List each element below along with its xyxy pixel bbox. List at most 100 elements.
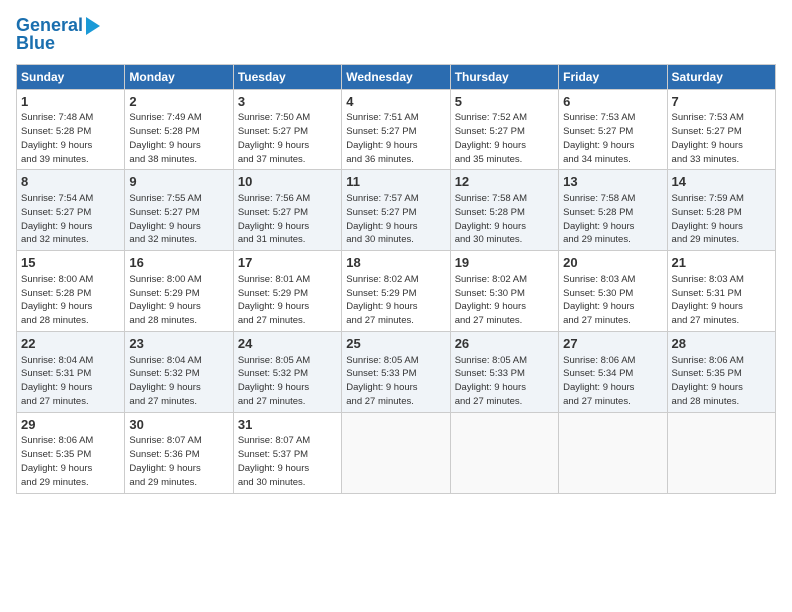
day-number: 2 (129, 93, 228, 111)
header-cell-sunday: Sunday (17, 64, 125, 89)
header-cell-tuesday: Tuesday (233, 64, 341, 89)
day-number: 1 (21, 93, 120, 111)
header-cell-wednesday: Wednesday (342, 64, 450, 89)
day-number: 16 (129, 254, 228, 272)
page-container: General Blue SundayMondayTuesdayWednesda… (0, 0, 792, 502)
day-info: Sunrise: 8:03 AM Sunset: 5:31 PM Dayligh… (672, 274, 744, 326)
day-cell: 5Sunrise: 7:52 AM Sunset: 5:27 PM Daylig… (450, 89, 558, 170)
day-number: 12 (455, 173, 554, 191)
calendar-header: SundayMondayTuesdayWednesdayThursdayFrid… (17, 64, 776, 89)
day-number: 28 (672, 335, 771, 353)
day-cell: 30Sunrise: 8:07 AM Sunset: 5:36 PM Dayli… (125, 412, 233, 493)
day-cell: 13Sunrise: 7:58 AM Sunset: 5:28 PM Dayli… (559, 170, 667, 251)
day-cell (450, 412, 558, 493)
day-cell: 10 Sunrise: 7:56 AM Sunset: 5:27 PM Dayli… (233, 170, 341, 251)
day-cell: 23 Sunrise: 8:04 AM Sunset: 5:32 PM Dayli… (125, 331, 233, 412)
day-number: 7 (672, 93, 771, 111)
day-cell: 1Sunrise: 7:48 AM Sunset: 5:28 PM Daylig… (17, 89, 125, 170)
day-number: 31 (238, 416, 337, 434)
day-cell: 11 Sunrise: 7:57 AM Sunset: 5:27 PM Dayli… (342, 170, 450, 251)
day-cell: 26Sunrise: 8:05 AM Sunset: 5:33 PM Dayli… (450, 331, 558, 412)
day-cell: 17Sunrise: 8:01 AM Sunset: 5:29 PM Dayli… (233, 251, 341, 332)
day-number: 30 (129, 416, 228, 434)
day-info: Sunrise: 8:06 AM Sunset: 5:34 PM Dayligh… (563, 355, 635, 407)
day-number: 29 (21, 416, 120, 434)
day-cell: 9 Sunrise: 7:55 AM Sunset: 5:27 PM Daylig… (125, 170, 233, 251)
day-number: 5 (455, 93, 554, 111)
day-cell: 25Sunrise: 8:05 AM Sunset: 5:33 PM Dayli… (342, 331, 450, 412)
day-cell: 16Sunrise: 8:00 AM Sunset: 5:29 PM Dayli… (125, 251, 233, 332)
header: General Blue (16, 16, 776, 54)
day-info: Sunrise: 8:06 AM Sunset: 5:35 PM Dayligh… (672, 355, 744, 407)
day-info: Sunrise: 8:05 AM Sunset: 5:33 PM Dayligh… (346, 355, 418, 407)
day-cell: 27 Sunrise: 8:06 AM Sunset: 5:34 PM Dayli… (559, 331, 667, 412)
day-info: Sunrise: 8:02 AM Sunset: 5:30 PM Dayligh… (455, 274, 527, 326)
day-info: Sunrise: 8:04 AM Sunset: 5:32 PM Dayligh… (129, 355, 201, 407)
day-number: 20 (563, 254, 662, 272)
day-number: 18 (346, 254, 445, 272)
logo-text: General Blue (16, 16, 101, 54)
day-cell: 21Sunrise: 8:03 AM Sunset: 5:31 PM Dayli… (667, 251, 775, 332)
day-info: Sunrise: 7:53 AM Sunset: 5:27 PM Dayligh… (563, 112, 635, 164)
day-info: Sunrise: 7:52 AM Sunset: 5:27 PM Dayligh… (455, 112, 527, 164)
logo-arrow-icon (86, 17, 100, 35)
day-info: Sunrise: 7:49 AM Sunset: 5:28 PM Dayligh… (129, 112, 201, 164)
day-cell: 22Sunrise: 8:04 AM Sunset: 5:31 PM Dayli… (17, 331, 125, 412)
day-info: Sunrise: 7:53 AM Sunset: 5:27 PM Dayligh… (672, 112, 744, 164)
calendar-body: 1Sunrise: 7:48 AM Sunset: 5:28 PM Daylig… (17, 89, 776, 493)
header-row: SundayMondayTuesdayWednesdayThursdayFrid… (17, 64, 776, 89)
day-number: 22 (21, 335, 120, 353)
day-info: Sunrise: 8:07 AM Sunset: 5:37 PM Dayligh… (238, 435, 310, 487)
day-info: Sunrise: 8:00 AM Sunset: 5:28 PM Dayligh… (21, 274, 93, 326)
day-info: Sunrise: 7:58 AM Sunset: 5:28 PM Dayligh… (563, 193, 635, 245)
day-cell: 12Sunrise: 7:58 AM Sunset: 5:28 PM Dayli… (450, 170, 558, 251)
day-cell: 3Sunrise: 7:50 AM Sunset: 5:27 PM Daylig… (233, 89, 341, 170)
day-info: Sunrise: 7:57 AM Sunset: 5:27 PM Dayligh… (346, 193, 418, 245)
day-number: 23 (129, 335, 228, 353)
logo: General Blue (16, 16, 101, 54)
day-number: 8 (21, 173, 120, 191)
day-cell: 18 Sunrise: 8:02 AM Sunset: 5:29 PM Dayli… (342, 251, 450, 332)
day-info: Sunrise: 7:56 AM Sunset: 5:27 PM Dayligh… (238, 193, 310, 245)
day-number: 26 (455, 335, 554, 353)
day-cell: 29Sunrise: 8:06 AM Sunset: 5:35 PM Dayli… (17, 412, 125, 493)
week-row-4: 22Sunrise: 8:04 AM Sunset: 5:31 PM Dayli… (17, 331, 776, 412)
day-info: Sunrise: 8:06 AM Sunset: 5:35 PM Dayligh… (21, 435, 93, 487)
day-number: 24 (238, 335, 337, 353)
day-number: 11 (346, 173, 445, 191)
day-cell: 24 Sunrise: 8:05 AM Sunset: 5:32 PM Dayli… (233, 331, 341, 412)
calendar-table: SundayMondayTuesdayWednesdayThursdayFrid… (16, 64, 776, 494)
header-cell-thursday: Thursday (450, 64, 558, 89)
day-info: Sunrise: 7:51 AM Sunset: 5:27 PM Dayligh… (346, 112, 418, 164)
day-info: Sunrise: 7:48 AM Sunset: 5:28 PM Dayligh… (21, 112, 93, 164)
day-cell: 4Sunrise: 7:51 AM Sunset: 5:27 PM Daylig… (342, 89, 450, 170)
day-info: Sunrise: 7:59 AM Sunset: 5:28 PM Dayligh… (672, 193, 744, 245)
day-number: 27 (563, 335, 662, 353)
day-cell: 2Sunrise: 7:49 AM Sunset: 5:28 PM Daylig… (125, 89, 233, 170)
day-number: 15 (21, 254, 120, 272)
week-row-3: 15 Sunrise: 8:00 AM Sunset: 5:28 PM Dayli… (17, 251, 776, 332)
day-info: Sunrise: 7:50 AM Sunset: 5:27 PM Dayligh… (238, 112, 310, 164)
day-info: Sunrise: 8:02 AM Sunset: 5:29 PM Dayligh… (346, 274, 418, 326)
day-info: Sunrise: 8:05 AM Sunset: 5:32 PM Dayligh… (238, 355, 310, 407)
day-number: 4 (346, 93, 445, 111)
day-info: Sunrise: 7:55 AM Sunset: 5:27 PM Dayligh… (129, 193, 201, 245)
day-cell: 28 Sunrise: 8:06 AM Sunset: 5:35 PM Dayli… (667, 331, 775, 412)
day-cell: 6Sunrise: 7:53 AM Sunset: 5:27 PM Daylig… (559, 89, 667, 170)
week-row-1: 1Sunrise: 7:48 AM Sunset: 5:28 PM Daylig… (17, 89, 776, 170)
day-number: 17 (238, 254, 337, 272)
day-number: 10 (238, 173, 337, 191)
day-cell: 31Sunrise: 8:07 AM Sunset: 5:37 PM Dayli… (233, 412, 341, 493)
header-cell-saturday: Saturday (667, 64, 775, 89)
week-row-2: 8 Sunrise: 7:54 AM Sunset: 5:27 PM Daylig… (17, 170, 776, 251)
day-number: 9 (129, 173, 228, 191)
day-cell: 14Sunrise: 7:59 AM Sunset: 5:28 PM Dayli… (667, 170, 775, 251)
day-cell: 8 Sunrise: 7:54 AM Sunset: 5:27 PM Daylig… (17, 170, 125, 251)
day-number: 3 (238, 93, 337, 111)
day-info: Sunrise: 8:07 AM Sunset: 5:36 PM Dayligh… (129, 435, 201, 487)
day-cell: 7Sunrise: 7:53 AM Sunset: 5:27 PM Daylig… (667, 89, 775, 170)
header-cell-friday: Friday (559, 64, 667, 89)
day-info: Sunrise: 7:54 AM Sunset: 5:27 PM Dayligh… (21, 193, 93, 245)
header-cell-monday: Monday (125, 64, 233, 89)
day-cell (342, 412, 450, 493)
